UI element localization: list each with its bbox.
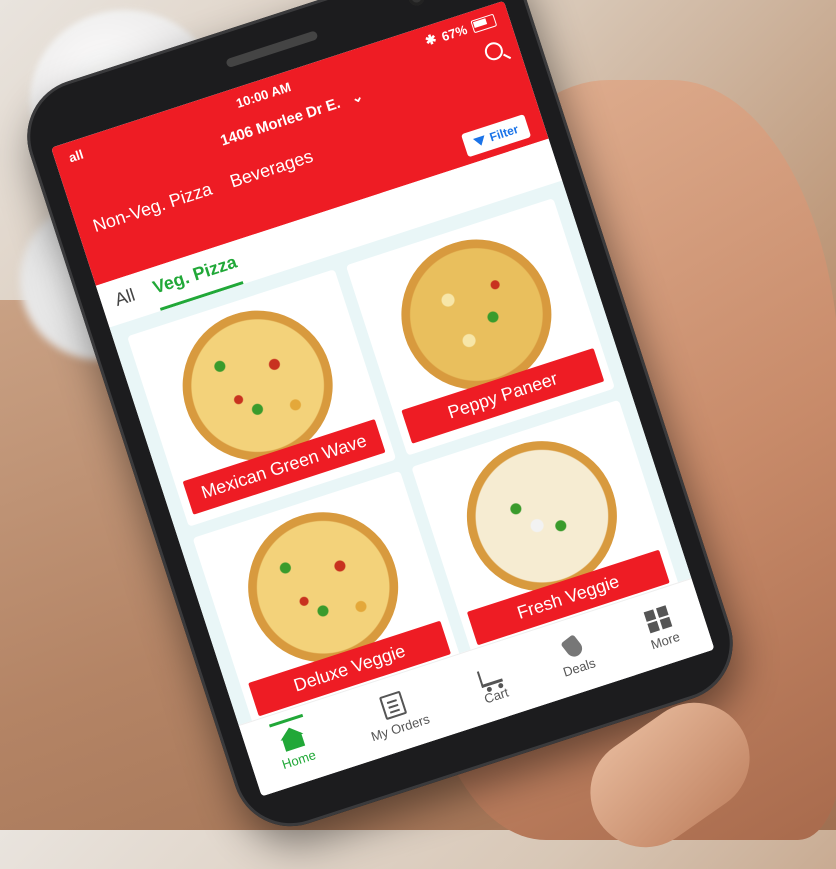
bluetooth-icon: ✱	[423, 30, 439, 49]
speaker-grille	[225, 30, 319, 69]
camera-icon	[406, 0, 427, 8]
nav-home[interactable]: Home	[269, 713, 318, 773]
battery-percent: 67%	[439, 21, 469, 44]
chevron-down-icon: ⌄	[348, 87, 365, 107]
orders-icon	[378, 690, 408, 721]
nav-more[interactable]: More	[641, 604, 682, 652]
signal-indicator: all	[66, 146, 86, 166]
status-time: 10:00 AM	[234, 79, 293, 111]
more-icon	[643, 605, 674, 634]
nav-my-orders[interactable]: My Orders	[361, 685, 432, 745]
filter-label: Filter	[487, 121, 521, 145]
tab-beverages[interactable]: Beverages	[226, 140, 320, 205]
cart-icon	[476, 664, 504, 688]
nav-more-label: More	[648, 628, 682, 653]
deals-icon	[560, 634, 586, 660]
tab-all[interactable]: All	[109, 275, 142, 323]
home-icon	[277, 724, 307, 752]
nav-deals[interactable]: Deals	[554, 632, 598, 680]
filter-icon	[472, 134, 487, 148]
nav-orders-label: My Orders	[369, 711, 432, 745]
battery-icon	[470, 13, 498, 33]
nav-deals-label: Deals	[561, 655, 598, 680]
status-right: ✱ 67%	[423, 12, 498, 50]
nav-cart[interactable]: Cart	[474, 660, 510, 706]
